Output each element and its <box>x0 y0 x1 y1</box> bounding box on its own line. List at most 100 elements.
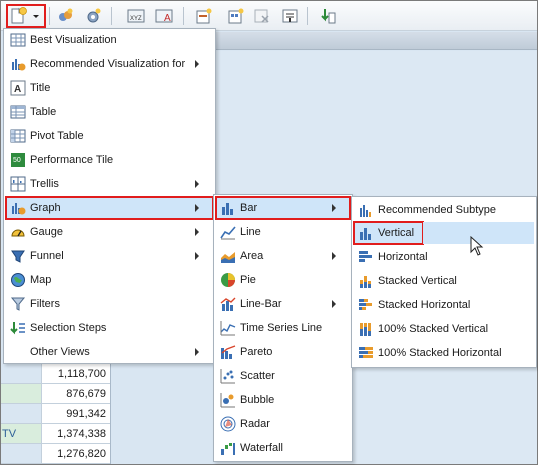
sort-button[interactable] <box>279 5 301 27</box>
bubble-chart-icon <box>220 392 236 408</box>
remove-icon <box>254 9 269 23</box>
mouse-cursor-icon <box>470 236 484 256</box>
area-chart-icon <box>220 248 236 264</box>
menu-item-vertical[interactable]: Vertical <box>353 221 424 245</box>
table-row-label <box>1 364 41 383</box>
toolbar: XYZ A <box>1 1 537 31</box>
chevron-right-icon <box>195 60 199 68</box>
gauge-icon <box>10 224 26 240</box>
new-view-dropdown-button[interactable] <box>6 4 46 28</box>
background-header-bar <box>216 32 537 50</box>
background-divider <box>110 360 111 464</box>
recommended-visualization-icon <box>10 56 26 72</box>
table-cell-value: 1,276,820 <box>41 444 110 463</box>
svg-text:50: 50 <box>13 157 21 164</box>
title-icon: A <box>10 80 26 96</box>
filters-icon <box>10 296 26 312</box>
menu-item-100-stacked-horizontal[interactable]: 100% Stacked Horizontal <box>354 342 534 364</box>
stacked-horizontal-bar-icon <box>358 297 374 313</box>
trellis-icon <box>10 176 26 192</box>
svg-text:A: A <box>14 84 21 95</box>
chevron-right-icon <box>332 252 336 260</box>
menu-item-waterfall[interactable]: Waterfall <box>216 437 350 459</box>
menu-item-graph[interactable]: Graph <box>5 196 214 220</box>
menu-item-scatter[interactable]: Scatter <box>216 365 350 387</box>
export-icon <box>321 9 336 24</box>
menu-item-bar[interactable]: Bar <box>215 196 351 220</box>
menu-item-stacked-vertical[interactable]: Stacked Vertical <box>354 270 534 292</box>
compound-view-icon <box>228 8 244 24</box>
menu-item-100-stacked-vertical[interactable]: 100% Stacked Vertical <box>354 318 534 340</box>
chevron-right-icon <box>332 204 336 212</box>
best-visualization-icon <box>10 32 26 48</box>
edit-view-button[interactable] <box>193 5 215 27</box>
menu-item-pivot-table[interactable]: Pivot Table <box>6 125 213 147</box>
pareto-chart-icon <box>220 344 236 360</box>
menu-item-time-series-line[interactable]: Time Series Line <box>216 317 350 339</box>
table-cell-value: 876,679 <box>41 384 110 403</box>
xyz-icon: XYZ <box>127 9 145 23</box>
menu-item-trellis[interactable]: Trellis <box>6 173 213 195</box>
menu-item-line[interactable]: Line <box>216 221 350 243</box>
percent-stacked-horizontal-bar-icon <box>358 345 374 361</box>
xyz-button[interactable]: XYZ <box>125 5 147 27</box>
radar-chart-icon <box>220 416 236 432</box>
recommended-subtype-icon <box>358 202 374 218</box>
gear-icon <box>87 8 101 23</box>
menu-item-performance-tile[interactable]: 50 Performance Tile <box>6 149 213 171</box>
new-view-menu: Best Visualization Recommended Visualiza… <box>3 28 216 364</box>
menu-item-filters[interactable]: Filters <box>6 293 213 315</box>
settings-button[interactable] <box>83 5 105 27</box>
remove-view-button[interactable] <box>251 5 273 27</box>
chevron-right-icon <box>332 300 336 308</box>
background-table: 1,118,700 876,679 991,342 TV 1,374,338 1… <box>1 364 110 464</box>
menu-item-selection-steps[interactable]: Selection Steps <box>6 317 213 339</box>
table-row-label <box>1 404 41 423</box>
chevron-right-icon <box>195 252 199 260</box>
compound-view-button[interactable] <box>225 5 247 27</box>
menu-item-recommended-visualization[interactable]: Recommended Visualization for <box>6 53 213 75</box>
menu-item-gauge[interactable]: Gauge <box>6 221 213 243</box>
percent-stacked-vertical-bar-icon <box>358 321 374 337</box>
table-row: 876,679 <box>1 384 110 404</box>
sort-icon <box>282 9 298 23</box>
chevron-right-icon <box>195 180 199 188</box>
edit-view-icon <box>196 8 212 24</box>
pivot-table-icon <box>10 128 26 144</box>
vertical-bar-icon <box>358 225 374 241</box>
menu-item-table[interactable]: Table <box>6 101 213 123</box>
menu-item-map[interactable]: Map <box>6 269 213 291</box>
menu-item-line-bar[interactable]: Line-Bar <box>216 293 350 315</box>
menu-item-title[interactable]: A Title <box>6 77 213 99</box>
menu-item-stacked-horizontal[interactable]: Stacked Horizontal <box>354 294 534 316</box>
menu-item-funnel[interactable]: Funnel <box>6 245 213 267</box>
menu-item-other-views[interactable]: Other Views <box>6 341 213 363</box>
table-row-label <box>1 384 41 403</box>
table-row-label <box>1 444 41 463</box>
menu-item-pie[interactable]: Pie <box>216 269 350 291</box>
menu-item-pareto[interactable]: Pareto <box>216 341 350 363</box>
selection-steps-icon <box>10 320 26 336</box>
menu-item-area[interactable]: Area <box>216 245 350 267</box>
menu-item-radar[interactable]: Radar <box>216 413 350 435</box>
horizontal-bar-icon <box>358 249 374 265</box>
export-button[interactable] <box>317 5 339 27</box>
scatter-chart-icon <box>220 368 236 384</box>
menu-item-bubble[interactable]: Bubble <box>216 389 350 411</box>
map-icon <box>10 272 26 288</box>
table-cell-value: 991,342 <box>41 404 110 423</box>
time-series-line-icon <box>220 320 236 336</box>
chevron-right-icon <box>195 348 199 356</box>
menu-item-recommended-subtype[interactable]: Recommended Subtype <box>354 199 534 221</box>
add-columns-button[interactable] <box>55 5 77 27</box>
funnel-icon <box>10 248 26 264</box>
menu-item-horizontal[interactable]: Horizontal <box>354 246 534 268</box>
line-chart-icon <box>220 224 236 240</box>
format-button[interactable]: A <box>153 5 175 27</box>
table-cell-value: 1,374,338 <box>41 424 110 443</box>
table-row: 1,118,700 <box>1 364 110 384</box>
bar-submenu: Recommended Subtype Vertical Horizontal … <box>351 196 537 368</box>
table-cell-value: 1,118,700 <box>41 364 110 383</box>
table-icon <box>10 104 26 120</box>
menu-item-best-visualization[interactable]: Best Visualization <box>6 29 213 51</box>
